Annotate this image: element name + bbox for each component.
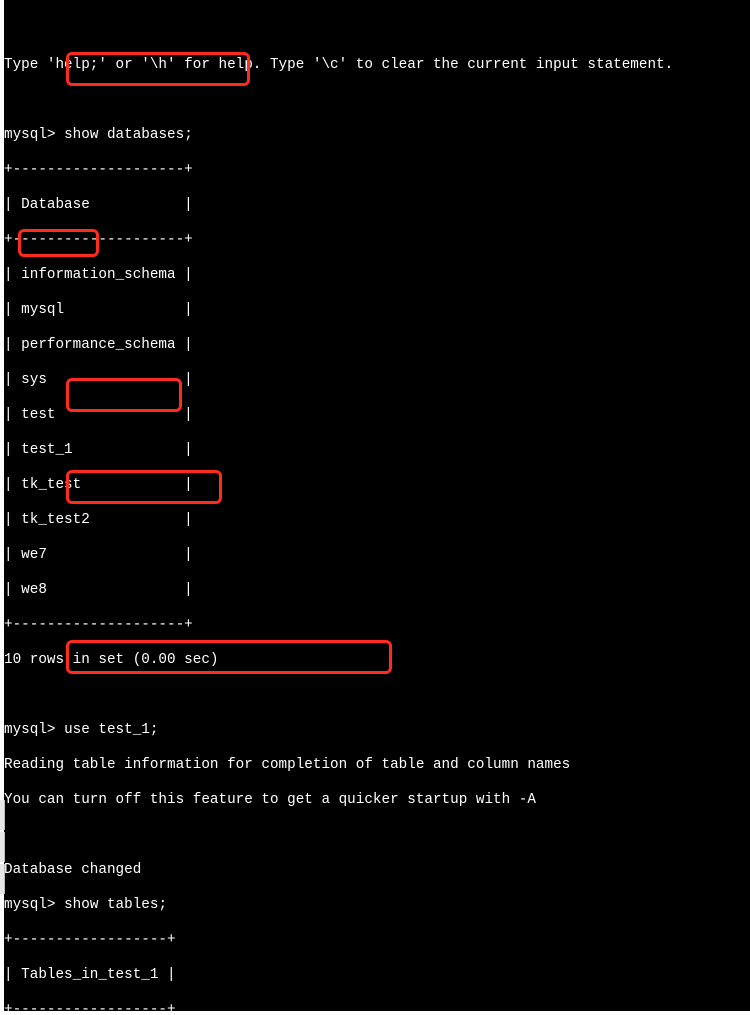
prompt-line[interactable]: mysql> use test_1; <box>4 722 750 740</box>
info-line: You can turn off this feature to get a q… <box>4 792 750 810</box>
prompt: mysql> <box>4 722 55 738</box>
table-border: +------------------+ <box>4 932 750 950</box>
help-text: Type 'help;' or '\h' for help. Type '\c'… <box>4 57 750 75</box>
db-row: | we7 | <box>4 547 750 565</box>
empty-line <box>4 687 750 705</box>
left-strip <box>0 800 5 830</box>
db-changed: Database changed <box>4 862 750 880</box>
db-row: | tk_test2 | <box>4 512 750 530</box>
db-row: | information_schema | <box>4 267 750 285</box>
table-border: +--------------------+ <box>4 162 750 180</box>
prompt: mysql> <box>4 897 55 913</box>
db-row: | performance_schema | <box>4 337 750 355</box>
table-header: | Database | <box>4 197 750 215</box>
prompt-line[interactable]: mysql> show tables; <box>4 897 750 915</box>
empty-line <box>4 22 750 40</box>
rows-summary: 10 rows in set (0.00 sec) <box>4 652 750 670</box>
prompt-line[interactable]: mysql> show databases; <box>4 127 750 145</box>
left-strip <box>0 832 5 862</box>
left-strip <box>0 864 5 894</box>
command-use-test1: use test_1; <box>64 722 158 738</box>
db-row: | test | <box>4 407 750 425</box>
empty-line <box>4 827 750 845</box>
table-border: +--------------------+ <box>4 232 750 250</box>
db-row-test1: | test_1 | <box>4 442 750 460</box>
command-show-databases: show databases; <box>64 127 193 143</box>
terminal-window[interactable]: Type 'help;' or '\h' for help. Type '\c'… <box>4 0 750 1011</box>
table-header: | Tables_in_test_1 | <box>4 967 750 985</box>
db-row: | we8 | <box>4 582 750 600</box>
table-border: +------------------+ <box>4 1002 750 1012</box>
db-row: | sys | <box>4 372 750 390</box>
table-border: +--------------------+ <box>4 617 750 635</box>
prompt: mysql> <box>4 127 55 143</box>
command-show-tables: show tables; <box>64 897 167 913</box>
db-row: | mysql | <box>4 302 750 320</box>
info-line: Reading table information for completion… <box>4 757 750 775</box>
empty-line <box>4 92 750 110</box>
db-row: | tk_test | <box>4 477 750 495</box>
